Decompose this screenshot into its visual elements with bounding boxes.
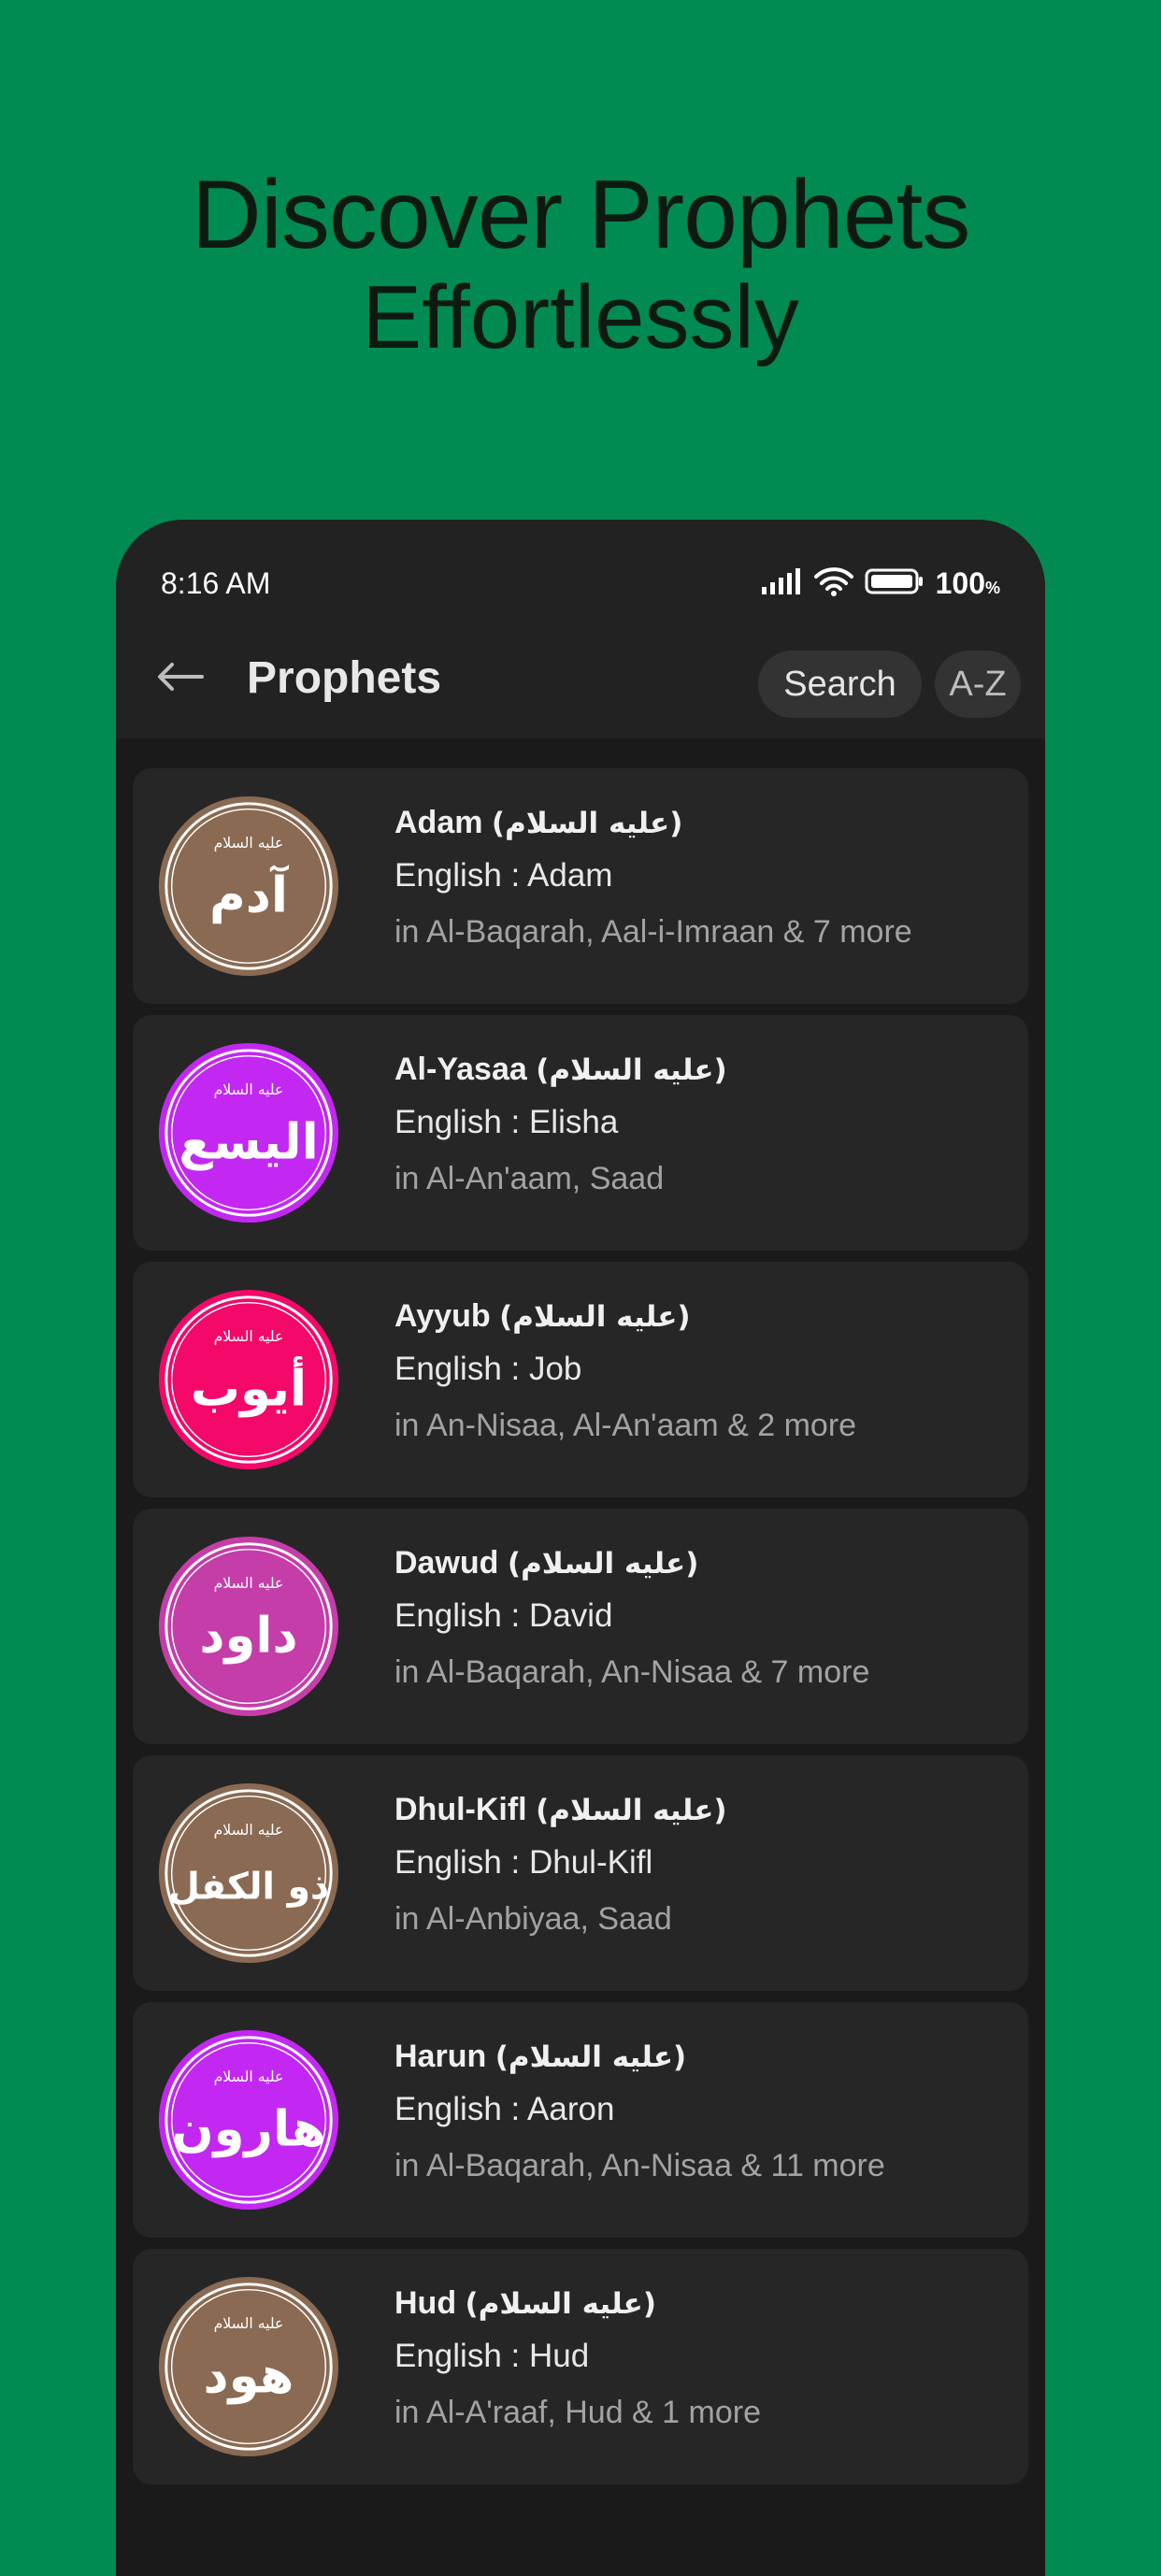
prophet-card-text: Dawud (عليه السلام) English : David in A… — [394, 1537, 1011, 1702]
prophet-card-text: Harun (عليه السلام) English : Aaron in A… — [394, 2030, 1011, 2196]
prophet-name: Ayyub — [394, 1298, 491, 1334]
toolbar: Prophets Search A-Z — [116, 632, 1045, 725]
prophet-surahs: in Al-A'raaf, Hud & 1 more — [394, 2395, 761, 2430]
prophet-honorific: (عليه السلام) — [494, 2040, 687, 2074]
prophet-english-name: English : David — [394, 1597, 613, 1634]
prophet-english-name: English : Elisha — [394, 1104, 619, 1140]
prophet-honorific: (عليه السلام) — [507, 1547, 699, 1581]
prophet-title: Harun (عليه السلام) — [394, 2030, 1011, 2083]
prophet-card-text: Al-Yasaa (عليه السلام) English : Elisha … — [394, 1043, 1011, 1209]
hud-calligraphy-icon: عليه السلام هود — [157, 2275, 340, 2458]
prophet-english-name: English : Job — [394, 1351, 582, 1387]
svg-text:هود: هود — [203, 2347, 294, 2404]
battery-icon — [865, 567, 924, 600]
svg-text:عليه السلام: عليه السلام — [214, 1327, 284, 1345]
svg-text:داود: داود — [199, 1607, 297, 1664]
signal-icon — [760, 567, 803, 599]
ayyub-calligraphy-icon: عليه السلام أيوب — [157, 1288, 340, 1471]
back-button[interactable] — [151, 652, 208, 705]
prophet-title: Adam (عليه السلام) — [394, 796, 1011, 850]
prophet-card-text: Hud (عليه السلام) English : Hud in Al-A'… — [394, 2277, 1011, 2442]
svg-text:أيوب: أيوب — [191, 1355, 307, 1417]
phone-frame: 8:16 AM 100% Prophets Search A-Z عليه ال… — [116, 520, 1045, 2576]
battery-percent: 100% — [935, 565, 1000, 600]
search-button[interactable]: Search — [758, 651, 922, 718]
alyasaa-calligraphy-icon: عليه السلام اليسع — [157, 1041, 340, 1224]
prophet-title: Ayyub (عليه السلام) — [394, 1290, 1011, 1343]
status-icons: 100% — [760, 557, 1000, 609]
adam-calligraphy-icon: عليه السلام آدم — [157, 794, 340, 978]
prophet-title: Dawud (عليه السلام) — [394, 1537, 1011, 1590]
dhulkifl-calligraphy-icon: عليه السلام ذو الكفل — [157, 1782, 340, 1965]
prophet-card-harun[interactable]: عليه السلام هارون Harun (عليه السلام) En… — [133, 2002, 1028, 2238]
prophet-surahs: in Al-Anbiyaa, Saad — [394, 1901, 672, 1937]
prophet-surahs: in An-Nisaa, Al-An'aam & 2 more — [394, 1408, 857, 1443]
svg-text:عليه السلام: عليه السلام — [214, 1080, 284, 1098]
svg-text:ذو الكفل: ذو الكفل — [168, 1866, 329, 1908]
promo-headline: Discover Prophets Effortlessly — [0, 159, 1161, 370]
prophet-name: Harun — [394, 2039, 487, 2074]
app-bar: 8:16 AM 100% Prophets Search A-Z — [116, 520, 1045, 738]
headline-line-2: Effortlessly — [362, 267, 799, 367]
prophet-surahs: in Al-Baqarah, An-Nisaa & 7 more — [394, 1654, 870, 1690]
prophet-title: Dhul-Kifl (عليه السلام) — [394, 1783, 1011, 1837]
svg-text:هارون: هارون — [171, 2100, 325, 2157]
prophet-card-hud[interactable]: عليه السلام هود Hud (عليه السلام) Englis… — [133, 2249, 1028, 2484]
prophet-list: عليه السلام آدم Adam (عليه السلام) Engli… — [133, 768, 1028, 2496]
wifi-icon — [813, 566, 853, 601]
sort-az-button[interactable]: A-Z — [935, 651, 1021, 718]
dawud-calligraphy-icon: عليه السلام داود — [157, 1535, 340, 1718]
svg-text:عليه السلام: عليه السلام — [214, 834, 284, 852]
svg-text:آدم: آدم — [209, 864, 290, 923]
prophet-surahs: in Al-Baqarah, An-Nisaa & 11 more — [394, 2148, 885, 2183]
svg-text:عليه السلام: عليه السلام — [214, 1574, 284, 1592]
prophet-surahs: in Al-Baqarah, Aal-i-Imraan & 7 more — [394, 914, 912, 950]
prophet-card-adam[interactable]: عليه السلام آدم Adam (عليه السلام) Engli… — [133, 768, 1028, 1004]
prophet-card-text: Adam (عليه السلام) English : Adam in Al-… — [394, 796, 1011, 962]
prophet-english-name: English : Aaron — [394, 2091, 615, 2127]
prophet-honorific: (عليه السلام) — [499, 1300, 691, 1334]
prophet-card-dhulkifl[interactable]: عليه السلام ذو الكفل Dhul-Kifl (عليه الس… — [133, 1755, 1028, 1991]
prophet-honorific: (عليه السلام) — [536, 1794, 727, 1827]
svg-text:عليه السلام: عليه السلام — [214, 2068, 284, 2085]
headline-line-1: Discover Prophets — [191, 161, 971, 269]
page-title: Prophets — [247, 653, 442, 703]
prophet-title: Al-Yasaa (عليه السلام) — [394, 1043, 1011, 1096]
arrow-left-icon — [155, 662, 204, 696]
svg-text:عليه السلام: عليه السلام — [214, 1821, 284, 1839]
prophet-card-text: Ayyub (عليه السلام) English : Job in An-… — [394, 1290, 1011, 1455]
prophet-name: Adam — [394, 805, 483, 840]
status-time: 8:16 AM — [161, 566, 271, 600]
prophet-name: Dawud — [394, 1545, 499, 1581]
prophet-honorific: (عليه السلام) — [465, 2287, 657, 2321]
prophet-name: Dhul-Kifl — [394, 1792, 527, 1827]
prophet-name: Al-Yasaa — [394, 1052, 527, 1087]
prophet-card-dawud[interactable]: عليه السلام داود Dawud (عليه السلام) Eng… — [133, 1509, 1028, 1744]
prophet-honorific: (عليه السلام) — [491, 807, 683, 840]
prophet-english-name: English : Dhul-Kifl — [394, 1844, 653, 1881]
prophet-english-name: English : Hud — [394, 2338, 590, 2374]
svg-text:عليه السلام: عليه السلام — [214, 2314, 284, 2332]
harun-calligraphy-icon: عليه السلام هارون — [157, 2028, 340, 2211]
prophet-name: Hud — [394, 2285, 457, 2321]
prophet-surahs: in Al-An'aam, Saad — [394, 1161, 665, 1196]
prophet-title: Hud (عليه السلام) — [394, 2277, 1011, 2330]
prophet-honorific: (عليه السلام) — [536, 1053, 727, 1087]
status-bar: 8:16 AM 100% — [116, 557, 1045, 609]
prophet-english-name: English : Adam — [394, 857, 613, 894]
svg-text:اليسع: اليسع — [179, 1113, 319, 1170]
prophet-card-ayyub[interactable]: عليه السلام أيوب Ayyub (عليه السلام) Eng… — [133, 1262, 1028, 1497]
prophet-card-text: Dhul-Kifl (عليه السلام) English : Dhul-K… — [394, 1783, 1011, 1949]
prophet-card-alyasaa[interactable]: عليه السلام اليسع Al-Yasaa (عليه السلام)… — [133, 1015, 1028, 1251]
